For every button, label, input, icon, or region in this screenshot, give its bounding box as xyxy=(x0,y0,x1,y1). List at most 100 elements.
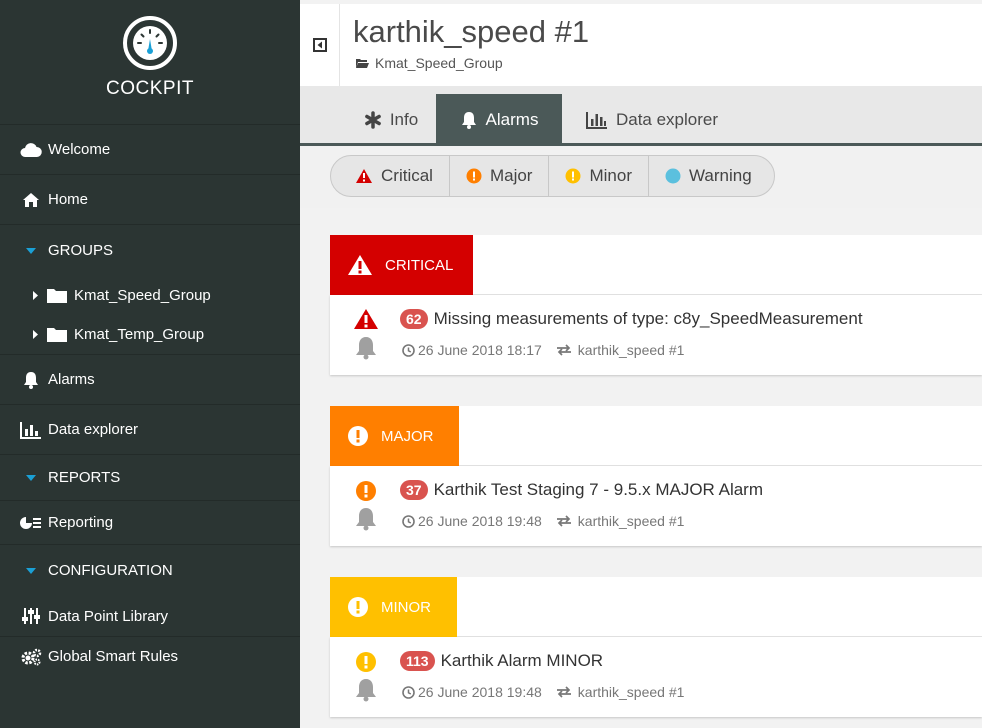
page-header: karthik_speed #1 Kmat_Speed_Group xyxy=(300,4,982,86)
caret-down-icon xyxy=(18,567,44,575)
folder-open-icon xyxy=(355,57,369,69)
alarm-row[interactable]: 62 Missing measurements of type: c8y_Spe… xyxy=(330,295,982,375)
tab-alarms[interactable]: Alarms xyxy=(436,94,562,146)
severity-filter-bar: Critical Major Minor Warning xyxy=(300,146,982,208)
alarm-meta: 26 June 2018 19:48 karthik_speed #1 xyxy=(402,684,684,700)
alarm-count-badge: 37 xyxy=(400,480,428,500)
breadcrumb[interactable]: Kmat_Speed_Group xyxy=(355,55,503,71)
alarm-group-major: MAJOR 37 Karthik Test Staging 7 - 9.5.x … xyxy=(330,406,982,546)
sidebar-item-label: Reporting xyxy=(48,514,114,531)
sidebar-item-kmat-speed-group[interactable]: Kmat_Speed_Group xyxy=(0,276,300,314)
collapse-sidebar-button[interactable] xyxy=(300,4,340,86)
tab-label: Info xyxy=(389,110,419,129)
exchange-icon xyxy=(556,515,572,527)
page-title: karthik_speed #1 xyxy=(353,14,590,49)
bell-icon[interactable] xyxy=(354,678,378,707)
clock-icon xyxy=(402,343,415,357)
filter-label: Major xyxy=(489,166,533,185)
filter-label: Warning xyxy=(688,166,752,185)
sidebar-item-global-smart-rules[interactable]: Global Smart Rules xyxy=(0,636,300,676)
filter-warning[interactable]: Warning xyxy=(649,156,774,196)
folder-icon xyxy=(46,326,68,343)
alarm-source-label: karthik_speed #1 xyxy=(577,342,685,358)
sidebar-section-reports[interactable]: REPORTS xyxy=(0,454,300,500)
collapse-icon xyxy=(312,38,327,52)
tab-info[interactable]: Info xyxy=(346,94,436,146)
alarm-title: 37 Karthik Test Staging 7 - 9.5.x MAJOR … xyxy=(400,480,763,500)
sidebar-item-kmat-temp-group[interactable]: Kmat_Temp_Group xyxy=(0,314,300,354)
sidebar: COCKPIT Welcome Home GROUPS Kmat_Speed_G… xyxy=(0,0,300,728)
exclamation-circle-icon xyxy=(355,480,377,507)
brand[interactable]: COCKPIT xyxy=(0,0,300,124)
tab-label: Data explorer xyxy=(615,110,719,129)
sidebar-section-configuration[interactable]: CONFIGURATION xyxy=(0,544,300,596)
sidebar-item-data-explorer[interactable]: Data explorer xyxy=(0,404,300,454)
alarm-time: 26 June 2018 18:17 xyxy=(418,342,542,358)
alarm-meta: 26 June 2018 18:17 karthik_speed #1 xyxy=(402,342,684,358)
alarm-time: 26 June 2018 19:48 xyxy=(418,684,542,700)
bell-icon[interactable] xyxy=(354,336,378,365)
exclamation-circle-icon xyxy=(466,168,482,184)
alarm-text[interactable]: Karthik Alarm MINOR xyxy=(441,651,603,671)
home-icon xyxy=(18,192,44,208)
filter-label: Critical xyxy=(381,166,433,185)
severity-tag-critical: CRITICAL xyxy=(330,235,473,295)
alarm-text[interactable]: Missing measurements of type: c8y_SpeedM… xyxy=(434,309,863,329)
breadcrumb-label: Kmat_Speed_Group xyxy=(375,55,503,71)
alarm-group-header: MINOR xyxy=(330,577,982,637)
cogs-icon xyxy=(18,648,44,666)
clock-icon xyxy=(402,685,415,699)
exchange-icon xyxy=(556,686,572,698)
severity-label: MINOR xyxy=(381,598,431,616)
sidebar-item-welcome[interactable]: Welcome xyxy=(0,124,300,174)
caret-right-icon[interactable] xyxy=(28,329,42,340)
alarm-source-label: karthik_speed #1 xyxy=(577,684,685,700)
sidebar-item-label: Kmat_Speed_Group xyxy=(74,286,211,304)
cloud-icon xyxy=(18,142,44,158)
bar-chart-icon xyxy=(18,421,44,439)
alarm-row[interactable]: 37 Karthik Test Staging 7 - 9.5.x MAJOR … xyxy=(330,466,982,546)
exclamation-circle-icon xyxy=(565,168,581,184)
sidebar-item-home[interactable]: Home xyxy=(0,174,300,224)
folder-icon xyxy=(46,287,68,304)
caret-right-icon[interactable] xyxy=(28,290,42,301)
sidebar-item-alarms[interactable]: Alarms xyxy=(0,354,300,404)
alarm-group-critical: CRITICAL 62 Missing measurements of type… xyxy=(330,235,982,375)
alarm-group-header: MAJOR xyxy=(330,406,982,466)
sidebar-item-reporting[interactable]: Reporting xyxy=(0,500,300,544)
sidebar-item-label: Global Smart Rules xyxy=(48,648,179,665)
tab-bar: Info Alarms Data explorer xyxy=(300,86,982,146)
caret-down-icon xyxy=(18,247,44,255)
filter-critical[interactable]: Critical xyxy=(331,156,450,196)
alarm-group-minor: MINOR 113 Karthik Alarm MINOR 26 June 20… xyxy=(330,577,982,717)
tab-label: Alarms xyxy=(485,110,539,129)
bell-icon[interactable] xyxy=(354,507,378,536)
alarm-group-header: CRITICAL xyxy=(330,235,982,295)
filter-major[interactable]: Major xyxy=(450,156,550,196)
sidebar-item-label: Home xyxy=(48,191,89,208)
sidebar-item-label: Alarms xyxy=(48,371,95,388)
exchange-icon xyxy=(556,344,572,356)
severity-label: CRITICAL xyxy=(385,256,454,274)
severity-label: MAJOR xyxy=(381,427,434,445)
alarm-source-label: karthik_speed #1 xyxy=(577,513,685,529)
exclamation-circle-icon xyxy=(347,596,369,618)
sidebar-section-label: GROUPS xyxy=(48,242,114,259)
bell-icon xyxy=(460,111,478,130)
tab-data-explorer[interactable]: Data explorer xyxy=(562,94,742,146)
filter-minor[interactable]: Minor xyxy=(549,156,649,196)
sidebar-item-label: Welcome xyxy=(48,141,111,158)
sidebar-section-groups[interactable]: GROUPS xyxy=(0,224,300,276)
sliders-icon xyxy=(18,607,44,625)
alarm-source[interactable]: karthik_speed #1 xyxy=(556,684,685,700)
warning-triangle-icon xyxy=(355,168,373,184)
alarm-title: 113 Karthik Alarm MINOR xyxy=(400,651,603,671)
alarm-text[interactable]: Karthik Test Staging 7 - 9.5.x MAJOR Ala… xyxy=(434,480,763,500)
sidebar-item-data-point-library[interactable]: Data Point Library xyxy=(0,596,300,636)
sidebar-item-label: Kmat_Temp_Group xyxy=(74,325,205,343)
alarm-row[interactable]: 113 Karthik Alarm MINOR 26 June 2018 19:… xyxy=(330,637,982,717)
reporting-icon xyxy=(18,516,44,530)
alarm-source[interactable]: karthik_speed #1 xyxy=(556,513,685,529)
alarm-source[interactable]: karthik_speed #1 xyxy=(556,342,685,358)
clock-icon xyxy=(402,514,415,528)
